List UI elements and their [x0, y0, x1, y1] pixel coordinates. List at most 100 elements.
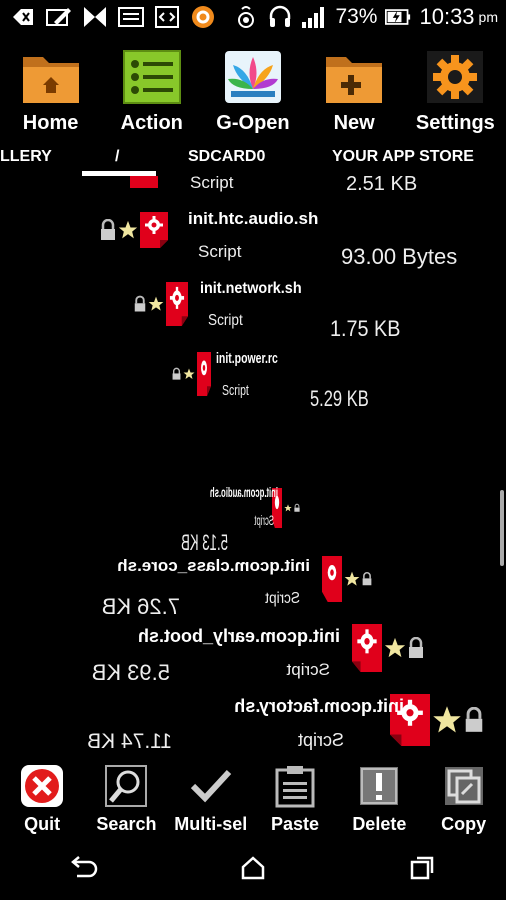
script-file-icon: [140, 212, 168, 248]
file-size: 5.93 KB: [91, 660, 170, 685]
action-button[interactable]: Action: [101, 44, 202, 140]
lock-icon: [101, 219, 115, 240]
lock-icon: [409, 637, 423, 658]
tab-gallery[interactable]: LLERY: [0, 148, 52, 166]
multi-select-label: Multi-sel: [174, 814, 248, 834]
star-icon: [118, 220, 138, 239]
file-size: 7.26 KB: [101, 594, 180, 619]
script-file-icon: [166, 282, 188, 326]
file-name: init.qcom.audio.sh: [209, 484, 278, 500]
star-icon: [433, 706, 461, 733]
clock-ampm: pm: [478, 9, 498, 25]
quit-button[interactable]: Quit: [0, 758, 84, 834]
checkmark-icon: [189, 764, 233, 808]
copy-button[interactable]: Copy: [421, 758, 505, 834]
star-icon: [344, 571, 360, 586]
file-name: init.qcom.factory.sh: [234, 696, 404, 716]
usb-back-icon: [10, 6, 36, 28]
battery-charging-icon: [385, 6, 411, 28]
star-icon: [183, 368, 195, 379]
copy-icon: [442, 764, 486, 808]
status-bar: 73% 10:33 pm: [0, 0, 506, 36]
home-button[interactable]: Home: [0, 44, 101, 140]
pencil-notification-icon: [46, 6, 72, 28]
action-label: Action: [120, 112, 183, 134]
new-label: New: [333, 112, 375, 134]
tab-sdcard[interactable]: SDCARD0: [188, 148, 265, 166]
copy-label: Copy: [441, 814, 487, 834]
file-size: 5.29 KB: [310, 386, 369, 411]
quit-label: Quit: [24, 814, 61, 834]
tab-root[interactable]: /: [115, 148, 119, 166]
battery-percent: 73%: [335, 5, 378, 28]
orange-app-icon: [190, 6, 216, 28]
list-item[interactable]: init.qcom.audio.sh Script 5.13 KB: [170, 482, 320, 562]
file-size: 93.00 Bytes: [341, 244, 458, 269]
recents-icon: [410, 856, 433, 880]
file-size: 5.13 KB: [181, 530, 228, 555]
file-size: 1.75 KB: [330, 316, 401, 341]
file-name: init.qcom.early_boot.sh: [137, 626, 340, 646]
top-toolbar: Home Action G-Open New Settings: [0, 44, 506, 140]
delete-button[interactable]: Delete: [337, 758, 421, 834]
tab-app-store[interactable]: YOUR APP STORE: [332, 148, 474, 166]
location-tabs: LLERY / SDCARD0 YOUR APP STORE: [0, 146, 506, 174]
new-button[interactable]: New: [304, 44, 405, 140]
star-icon: [384, 637, 406, 658]
file-list[interactable]: Script 2.51 KB init.htc.audio.sh Script …: [0, 176, 506, 758]
settings-button[interactable]: Settings: [405, 44, 506, 140]
paste-button[interactable]: Paste: [253, 758, 337, 834]
settings-label: Settings: [415, 112, 495, 134]
g-open-button[interactable]: G-Open: [202, 44, 303, 140]
file-name: init.htc.audio.sh: [188, 209, 319, 228]
quit-icon: [20, 764, 64, 808]
checklist-icon: [122, 48, 182, 106]
back-arrow-icon: [71, 856, 98, 878]
script-file-icon: [130, 176, 158, 188]
delete-icon: [357, 764, 401, 808]
file-type: Script: [190, 176, 234, 192]
file-name: init.power.rc: [216, 350, 278, 367]
lock-icon: [362, 572, 372, 586]
search-icon: [104, 764, 148, 808]
file-type: Script: [265, 590, 300, 607]
search-label: Search: [96, 814, 157, 834]
new-folder-icon: [324, 48, 384, 106]
file-type: Script: [297, 730, 344, 750]
list-scrollbar[interactable]: [500, 490, 504, 566]
file-size: 11.74 KB: [87, 730, 172, 753]
file-type: Script: [198, 242, 242, 261]
search-button[interactable]: Search: [84, 758, 168, 834]
home-folder-icon: [21, 48, 81, 106]
home-nav-button[interactable]: [223, 843, 283, 893]
file-name: init.qcom.class_core.sh: [117, 556, 310, 575]
back-button[interactable]: [54, 843, 114, 893]
list-item[interactable]: init.qcom.factory.sh Script 11.74 KB: [70, 692, 490, 758]
script-file-icon: [322, 556, 342, 602]
lock-icon: [465, 707, 483, 732]
gear-icon: [425, 48, 485, 106]
file-name: init.network.sh: [200, 280, 302, 297]
script-file-icon: [352, 624, 382, 672]
star-icon: [284, 504, 292, 512]
list-item[interactable]: init.network.sh Script 1.75 KB: [0, 278, 506, 341]
lock-icon: [172, 367, 181, 380]
file-size: 2.51 KB: [346, 176, 418, 195]
home-outline-icon: [241, 856, 265, 880]
clipboard-icon: [273, 764, 317, 808]
lock-icon: [294, 503, 300, 512]
list-item[interactable]: init.htc.audio.sh Script 93.00 Bytes: [0, 206, 506, 269]
g-open-label: G-Open: [216, 112, 290, 134]
multi-select-button[interactable]: Multi-sel: [169, 758, 253, 834]
lotus-icon: [223, 48, 283, 106]
file-type: Script: [222, 382, 249, 399]
bottom-action-bar: Quit Search Multi-sel Paste Delete Copy: [0, 758, 506, 834]
recents-button[interactable]: [392, 843, 452, 893]
signal-icon: [301, 6, 327, 28]
list-item[interactable]: init.power.rc Script 5.29 KB: [0, 348, 506, 411]
clock: 10:33: [419, 4, 475, 29]
image-notification-icon: [118, 6, 144, 28]
file-type: Script: [208, 312, 243, 329]
star-icon: [148, 296, 164, 311]
script-file-icon: [197, 352, 211, 396]
